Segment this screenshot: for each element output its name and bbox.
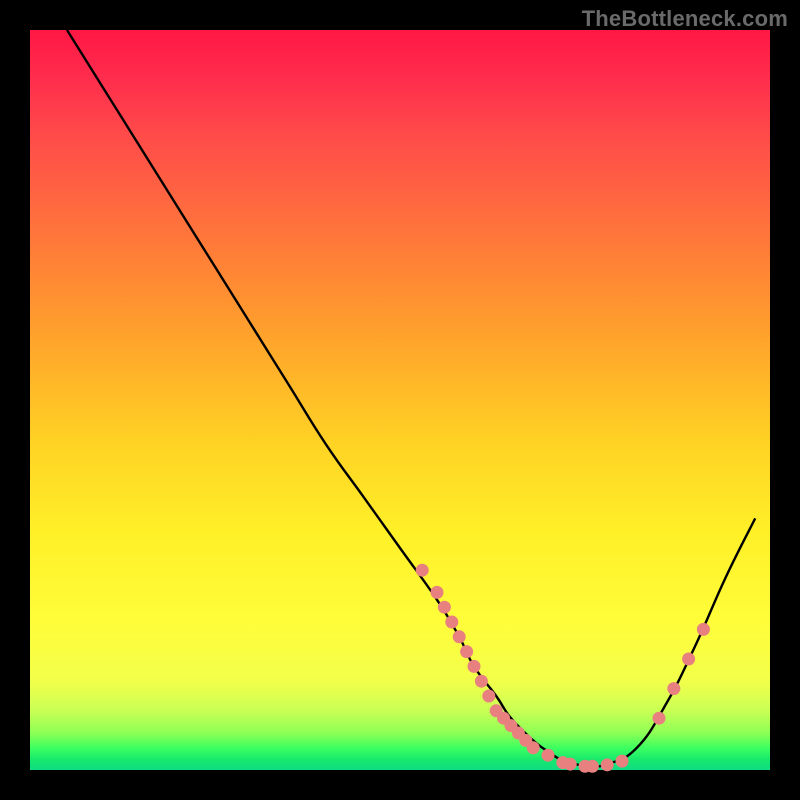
curve-marker bbox=[601, 758, 614, 771]
curve-marker bbox=[542, 749, 555, 762]
curve-marker bbox=[527, 741, 540, 754]
curve-marker bbox=[667, 682, 680, 695]
curve-marker bbox=[482, 690, 495, 703]
curve-marker bbox=[460, 645, 473, 658]
watermark-text: TheBottleneck.com bbox=[582, 6, 788, 32]
curve-marker bbox=[431, 586, 444, 599]
curve-marker bbox=[564, 758, 577, 771]
curve-marker bbox=[445, 616, 458, 629]
curve-marker bbox=[653, 712, 666, 725]
curve-marker bbox=[438, 601, 451, 614]
chart-stage: TheBottleneck.com bbox=[0, 0, 800, 800]
curve-marker bbox=[475, 675, 488, 688]
plot-area bbox=[30, 30, 770, 770]
curve-marker bbox=[468, 660, 481, 673]
curve-marker bbox=[416, 564, 429, 577]
curve-marker bbox=[682, 653, 695, 666]
chart-svg bbox=[30, 30, 770, 770]
curve-marker bbox=[586, 760, 599, 773]
curve-markers bbox=[416, 564, 710, 773]
curve-marker bbox=[453, 630, 466, 643]
curve-marker bbox=[697, 623, 710, 636]
bottleneck-curve bbox=[67, 30, 755, 767]
curve-marker bbox=[616, 755, 629, 768]
